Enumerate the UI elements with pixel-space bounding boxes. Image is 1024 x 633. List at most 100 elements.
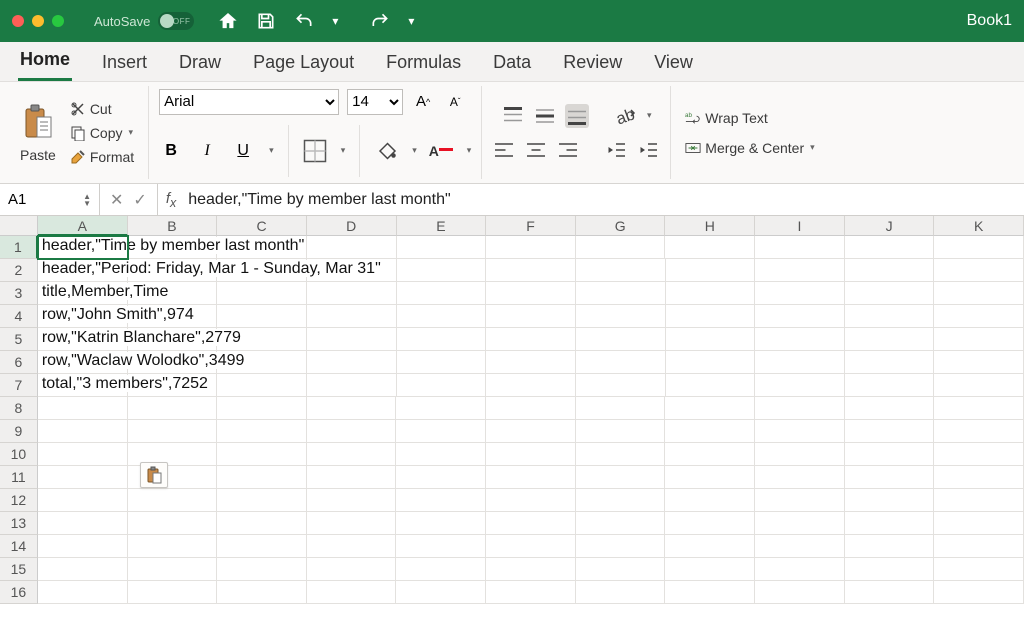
cell-D6[interactable] [307, 351, 397, 374]
cell-G4[interactable] [576, 305, 666, 328]
tab-formulas[interactable]: Formulas [384, 46, 463, 81]
cell-A8[interactable] [38, 397, 128, 420]
column-header-I[interactable]: I [755, 216, 845, 236]
cell-A16[interactable] [38, 581, 128, 604]
cell-I3[interactable] [755, 282, 845, 305]
close-window-button[interactable] [12, 15, 24, 27]
cell-J8[interactable] [845, 397, 935, 420]
cell-I1[interactable] [755, 236, 845, 259]
cell-D3[interactable] [307, 282, 397, 305]
row-header-5[interactable]: 5 [0, 328, 38, 351]
cell-D15[interactable] [307, 558, 397, 581]
cell-A14[interactable] [38, 535, 128, 558]
tab-insert[interactable]: Insert [100, 46, 149, 81]
tab-view[interactable]: View [652, 46, 695, 81]
cell-G2[interactable] [576, 259, 666, 282]
cell-J6[interactable] [845, 351, 935, 374]
column-header-D[interactable]: D [307, 216, 397, 236]
cell-A1[interactable]: header,"Time by member last month" [38, 236, 128, 259]
column-header-B[interactable]: B [128, 216, 218, 236]
cell-I7[interactable] [755, 374, 845, 397]
cell-C11[interactable] [217, 466, 307, 489]
cell-A15[interactable] [38, 558, 128, 581]
column-header-A[interactable]: A [38, 216, 128, 236]
cell-F9[interactable] [486, 420, 576, 443]
row-header-3[interactable]: 3 [0, 282, 38, 305]
name-box[interactable]: A1 ▲▼ [0, 184, 100, 215]
cell-I2[interactable] [755, 259, 845, 282]
wrap-text-button[interactable]: ab Wrap Text [681, 108, 772, 128]
cell-E12[interactable] [396, 489, 486, 512]
row-header-6[interactable]: 6 [0, 351, 38, 374]
undo-dropdown-icon[interactable]: ▾ [332, 11, 352, 31]
copy-button[interactable]: Copy▾ [66, 123, 138, 143]
cell-C7[interactable] [217, 374, 307, 397]
row-header-7[interactable]: 7 [0, 374, 38, 397]
row-header-16[interactable]: 16 [0, 581, 38, 604]
name-box-spinner[interactable]: ▲▼ [83, 193, 91, 207]
save-icon[interactable] [256, 11, 276, 31]
cell-K16[interactable] [934, 581, 1024, 604]
cell-H1[interactable] [665, 236, 755, 259]
cell-G15[interactable] [576, 558, 666, 581]
cell-H10[interactable] [665, 443, 755, 466]
cell-H16[interactable] [665, 581, 755, 604]
paste-options-button[interactable] [140, 462, 168, 488]
orientation-dropdown[interactable]: ▾ [647, 110, 652, 121]
cell-E10[interactable] [396, 443, 486, 466]
cell-E16[interactable] [396, 581, 486, 604]
cell-A2[interactable]: header,"Period: Friday, Mar 1 - Sunday, … [38, 259, 128, 282]
cell-D4[interactable] [307, 305, 397, 328]
cell-E5[interactable] [397, 328, 487, 351]
cell-D7[interactable] [307, 374, 397, 397]
minimize-window-button[interactable] [32, 15, 44, 27]
cell-D14[interactable] [307, 535, 397, 558]
cell-G3[interactable] [576, 282, 666, 305]
cell-D1[interactable] [307, 236, 397, 259]
column-header-C[interactable]: C [217, 216, 307, 236]
borders-button[interactable] [303, 139, 327, 163]
cell-B13[interactable] [128, 512, 218, 535]
cell-K11[interactable] [934, 466, 1024, 489]
cell-A13[interactable] [38, 512, 128, 535]
cell-I10[interactable] [755, 443, 845, 466]
cell-I12[interactable] [755, 489, 845, 512]
cell-H4[interactable] [666, 305, 756, 328]
cell-K12[interactable] [934, 489, 1024, 512]
row-header-4[interactable]: 4 [0, 305, 38, 328]
cell-J16[interactable] [845, 581, 935, 604]
fx-icon[interactable]: fx [158, 190, 184, 210]
cell-I11[interactable] [755, 466, 845, 489]
cell-E11[interactable] [396, 466, 486, 489]
confirm-formula-button[interactable]: ✓ [133, 190, 146, 210]
autosave-control[interactable]: AutoSave OFF [94, 12, 194, 30]
row-header-1[interactable]: 1 [0, 236, 38, 259]
row-header-15[interactable]: 15 [0, 558, 38, 581]
cell-B14[interactable] [128, 535, 218, 558]
cell-K4[interactable] [934, 305, 1024, 328]
cell-F2[interactable] [486, 259, 576, 282]
tab-home[interactable]: Home [18, 43, 72, 81]
cancel-formula-button[interactable]: ✕ [110, 190, 123, 210]
cell-C12[interactable] [217, 489, 307, 512]
cell-C14[interactable] [217, 535, 307, 558]
cell-K2[interactable] [934, 259, 1024, 282]
column-header-K[interactable]: K [934, 216, 1024, 236]
redo-icon[interactable] [370, 11, 390, 31]
cell-E15[interactable] [396, 558, 486, 581]
cell-H9[interactable] [665, 420, 755, 443]
cell-F7[interactable] [486, 374, 576, 397]
fill-dropdown[interactable]: ▾ [412, 145, 417, 156]
decrease-font-button[interactable]: Aˇ [443, 90, 467, 114]
cell-J1[interactable] [845, 236, 935, 259]
cell-K7[interactable] [934, 374, 1024, 397]
cell-A11[interactable] [38, 466, 128, 489]
autosave-switch[interactable]: OFF [158, 12, 194, 30]
cell-E2[interactable] [397, 259, 487, 282]
cell-E14[interactable] [396, 535, 486, 558]
underline-button[interactable]: U [231, 139, 255, 163]
cell-F11[interactable] [486, 466, 576, 489]
tab-data[interactable]: Data [491, 46, 533, 81]
row-header-14[interactable]: 14 [0, 535, 38, 558]
format-painter-button[interactable]: Format [66, 147, 138, 167]
